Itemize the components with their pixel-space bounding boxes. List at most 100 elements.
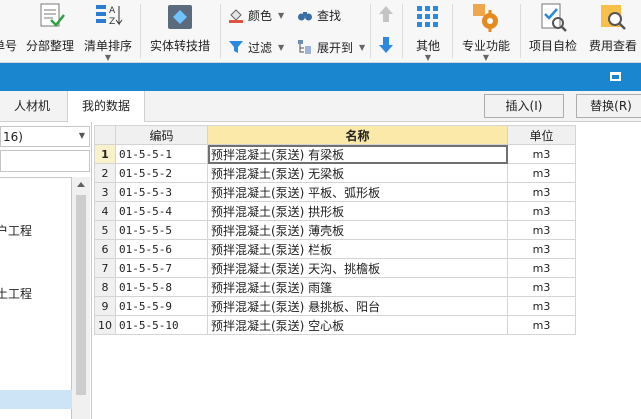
row-number[interactable]: 9 [94, 296, 116, 316]
row-number[interactable]: 4 [94, 201, 116, 221]
row-number[interactable]: 5 [94, 220, 116, 240]
cell-unit[interactable]: m3 [507, 239, 576, 259]
row-number[interactable]: 3 [94, 182, 116, 202]
self-check-icon [541, 3, 567, 32]
cell-name[interactable]: 预拌混凝土(泵送) 栏板 [207, 239, 508, 259]
cell-name[interactable]: 预拌混凝土(泵送) 有梁板 [207, 144, 508, 164]
cell-code[interactable]: 01-5-5-4 [115, 201, 208, 221]
other-button[interactable]: 其他 ▼ [408, 0, 448, 63]
filter-button[interactable]: 过滤 ▼ [228, 37, 284, 57]
cell-name[interactable]: 预拌混凝土(泵送) 雨篷 [207, 277, 508, 297]
column-header-name[interactable]: 名称 [207, 125, 508, 145]
move-down-button[interactable] [376, 33, 396, 58]
cell-unit[interactable]: m3 [507, 201, 576, 221]
cell-code[interactable]: 01-5-5-1 [115, 144, 208, 164]
cell-unit[interactable]: m3 [507, 258, 576, 278]
cell-unit[interactable]: m3 [507, 163, 576, 183]
insert-button[interactable]: 插入(I) [484, 94, 564, 118]
tree-search-input[interactable] [0, 150, 90, 172]
cell-code[interactable]: 01-5-5-8 [115, 277, 208, 297]
expand-to-button-label: 展开到 [317, 40, 354, 55]
table-row[interactable]: 5 01-5-5-5 预拌混凝土(泵送) 薄壳板 m3 [94, 220, 576, 240]
cell-code[interactable]: 01-5-5-10 [115, 315, 208, 335]
cell-unit[interactable]: m3 [507, 296, 576, 316]
table-row[interactable]: 3 01-5-5-3 预拌混凝土(泵送) 平板、弧形板 m3 [94, 182, 576, 202]
tree-node[interactable]: 土工程 [0, 285, 32, 302]
expand-to-button[interactable]: 展开到 ▼ [297, 37, 365, 57]
cell-name[interactable]: 预拌混凝土(泵送) 空心板 [207, 315, 508, 335]
cell-code[interactable]: 01-5-5-2 [115, 163, 208, 183]
cell-unit[interactable]: m3 [507, 220, 576, 240]
row-number[interactable]: 2 [94, 163, 116, 183]
tree-node[interactable]: 户工程 [0, 222, 32, 239]
fee-view-button[interactable]: 费用查看 [584, 0, 641, 63]
cell-unit[interactable]: m3 [507, 315, 576, 335]
number-button[interactable]: 单号 [0, 0, 22, 63]
sort-button[interactable]: A Z 清单排序 ▼ [82, 0, 134, 63]
cell-code[interactable]: 01-5-5-3 [115, 182, 208, 202]
cell-code[interactable]: 01-5-5-9 [115, 296, 208, 316]
tree-node-selected[interactable] [0, 390, 72, 409]
pro-function-button[interactable]: 专业功能 ▼ [456, 0, 516, 63]
scroll-up-icon[interactable] [77, 182, 85, 187]
row-number[interactable]: 8 [94, 277, 116, 297]
filter-funnel-icon [229, 41, 243, 53]
scrollbar-thumb[interactable] [76, 195, 86, 395]
table-row[interactable]: 1 01-5-5-1 预拌混凝土(泵送) 有梁板 m3 [94, 144, 576, 164]
table-row[interactable]: 2 01-5-5-2 预拌混凝土(泵送) 无梁板 m3 [94, 163, 576, 183]
table-row[interactable]: 8 01-5-5-8 预拌混凝土(泵送) 雨篷 m3 [94, 277, 576, 297]
self-check-button-label: 项目自检 [528, 39, 577, 53]
table-row[interactable]: 4 01-5-5-4 预拌混凝土(泵送) 拱形板 m3 [94, 201, 576, 221]
table-row[interactable]: 9 01-5-5-9 预拌混凝土(泵送) 悬挑板、阳台 m3 [94, 296, 576, 316]
cell-code[interactable]: 01-5-5-6 [115, 239, 208, 259]
row-number[interactable]: 6 [94, 239, 116, 259]
column-header-unit[interactable]: 单位 [507, 125, 576, 145]
cell-code[interactable]: 01-5-5-7 [115, 258, 208, 278]
tidy-button[interactable]: 分部整理 [24, 0, 76, 63]
cell-name[interactable]: 预拌混凝土(泵送) 无梁板 [207, 163, 508, 183]
cell-unit[interactable]: m3 [507, 144, 576, 164]
library-select-value: 16) [3, 130, 23, 144]
cell-name[interactable]: 预拌混凝土(泵送) 悬挑板、阳台 [207, 296, 508, 316]
cell-code[interactable]: 01-5-5-5 [115, 220, 208, 240]
self-check-button[interactable]: 项目自检 [524, 0, 582, 63]
cell-name[interactable]: 预拌混凝土(泵送) 薄壳板 [207, 220, 508, 240]
chevron-down-icon: ▼ [78, 131, 85, 140]
column-header-code[interactable]: 编码 [115, 125, 208, 145]
other-dropdown-icon: ▼ [424, 53, 432, 62]
svg-text:Z: Z [109, 17, 115, 27]
sort-az-icon: A Z [96, 5, 123, 27]
corner-cell [94, 125, 116, 145]
row-number[interactable]: 10 [94, 315, 116, 335]
tree-expand-icon [298, 40, 311, 54]
cell-name[interactable]: 预拌混凝土(泵送) 拱形板 [207, 201, 508, 221]
find-button[interactable]: 查找 [297, 5, 341, 25]
tidy-button-label: 分部整理 [25, 39, 74, 53]
row-number[interactable]: 7 [94, 258, 116, 278]
row-number[interactable]: 1 [94, 144, 116, 164]
window-restore-icon[interactable] [610, 72, 621, 81]
replace-button[interactable]: 替换(R) [576, 94, 641, 118]
tree-scrollbar[interactable] [72, 177, 90, 419]
pro-function-dropdown-icon: ▼ [482, 53, 490, 62]
number-button-label: 单号 [0, 39, 17, 53]
convert-button[interactable]: 实体转技措 [146, 0, 214, 63]
color-button[interactable]: 颜色 ▼ [228, 5, 284, 25]
table-row[interactable]: 6 01-5-5-6 预拌混凝土(泵送) 栏板 m3 [94, 239, 576, 259]
cell-unit[interactable]: m3 [507, 182, 576, 202]
separator [370, 4, 371, 58]
tab-my-data[interactable]: 我的数据 [68, 91, 146, 122]
gear-icon [473, 4, 498, 32]
arrow-up-icon [379, 6, 393, 22]
tab-materials[interactable]: 人材机 [0, 91, 68, 122]
cell-name[interactable]: 预拌混凝土(泵送) 天沟、挑檐板 [207, 258, 508, 278]
color-button-label: 颜色 [248, 8, 273, 23]
library-select[interactable]: 16) ▼ [0, 126, 90, 147]
cell-unit[interactable]: m3 [507, 277, 576, 297]
table-row[interactable]: 10 01-5-5-10 预拌混凝土(泵送) 空心板 m3 [94, 315, 576, 335]
table-row[interactable]: 7 01-5-5-7 预拌混凝土(泵送) 天沟、挑檐板 m3 [94, 258, 576, 278]
filter-button-label: 过滤 [248, 40, 273, 55]
cell-name[interactable]: 预拌混凝土(泵送) 平板、弧形板 [207, 182, 508, 202]
convert-icon [168, 5, 192, 29]
library-tab-bar: 人材机 我的数据 插入(I) 替换(R) [0, 91, 641, 122]
